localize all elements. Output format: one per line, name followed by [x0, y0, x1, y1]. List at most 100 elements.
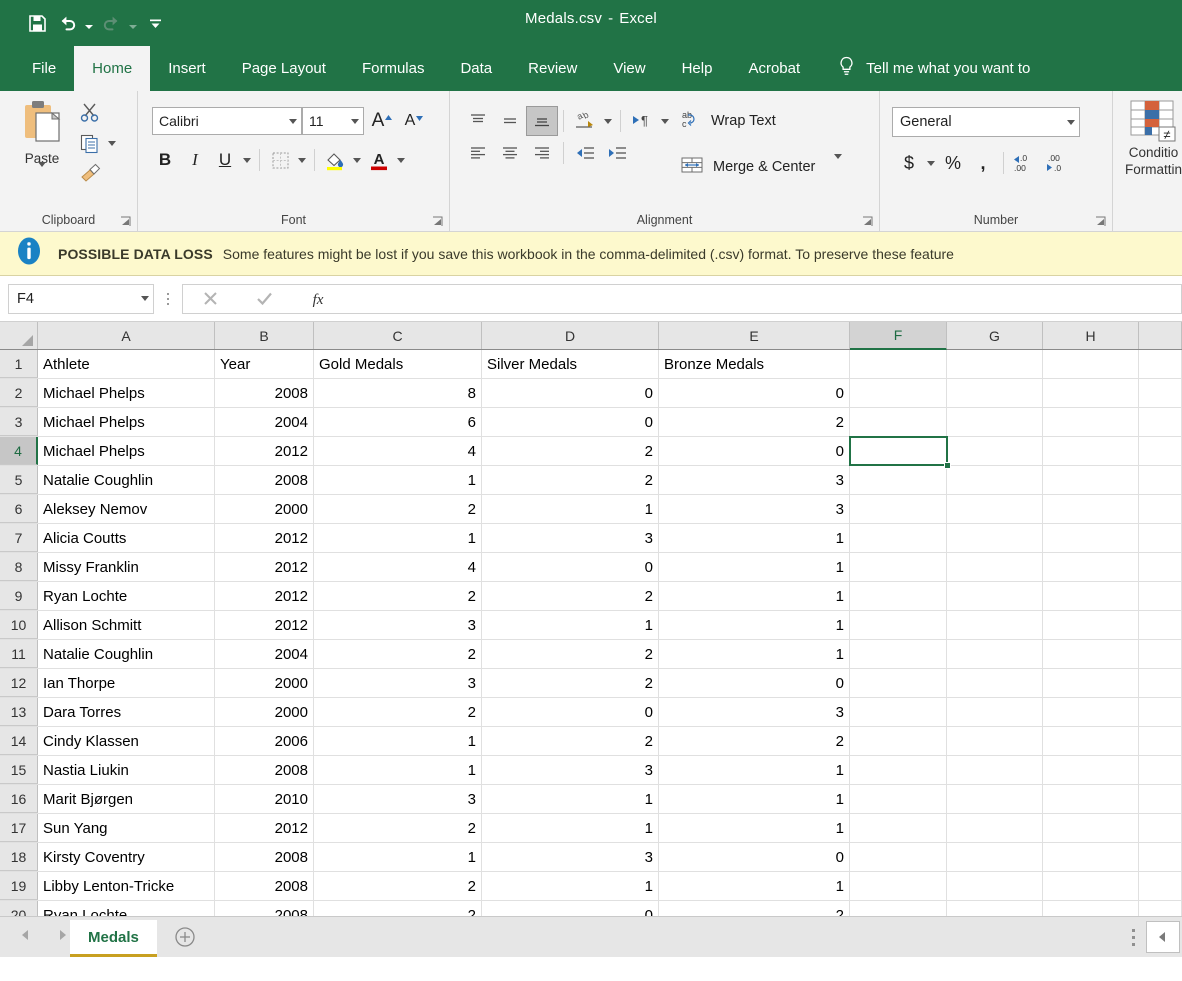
- cell-F17[interactable]: [850, 814, 947, 842]
- cell-I18[interactable]: [1139, 843, 1182, 871]
- cell-F9[interactable]: [850, 582, 947, 610]
- cell-F19[interactable]: [850, 872, 947, 900]
- cell-E4[interactable]: 0: [659, 437, 850, 465]
- cell-I17[interactable]: [1139, 814, 1182, 842]
- cell-B20[interactable]: 2008: [215, 901, 314, 916]
- cell-D2[interactable]: 0: [482, 379, 659, 407]
- row-header-1[interactable]: 1: [0, 350, 38, 378]
- decrease-decimal-button[interactable]: .00 .0: [1043, 147, 1077, 179]
- row-header-16[interactable]: 16: [0, 785, 38, 813]
- paste-button[interactable]: Paste: [12, 97, 72, 189]
- cell-C11[interactable]: 2: [314, 640, 482, 668]
- increase-decimal-button[interactable]: .0 .00: [1009, 147, 1043, 179]
- cell-I13[interactable]: [1139, 698, 1182, 726]
- tab-file[interactable]: File: [14, 46, 74, 91]
- cell-B8[interactable]: 2012: [215, 553, 314, 581]
- row-header-14[interactable]: 14: [0, 727, 38, 755]
- cell-C16[interactable]: 3: [314, 785, 482, 813]
- cell-F8[interactable]: [850, 553, 947, 581]
- cell-B13[interactable]: 2000: [215, 698, 314, 726]
- decrease-font-size-button[interactable]: A: [400, 107, 428, 135]
- cell-I3[interactable]: [1139, 408, 1182, 436]
- previous-sheet-icon[interactable]: [18, 928, 32, 947]
- cell-H11[interactable]: [1043, 640, 1139, 668]
- cell-D18[interactable]: 3: [482, 843, 659, 871]
- cell-A16[interactable]: Marit Bjørgen: [38, 785, 215, 813]
- font-color-dropdown-icon[interactable]: [394, 145, 408, 175]
- row-header-18[interactable]: 18: [0, 843, 38, 871]
- cell-D8[interactable]: 0: [482, 553, 659, 581]
- status-bar-grip[interactable]: [1120, 917, 1146, 957]
- cell-E10[interactable]: 1: [659, 611, 850, 639]
- font-name-select[interactable]: Calibri: [152, 107, 302, 135]
- cell-G16[interactable]: [947, 785, 1043, 813]
- cell-A20[interactable]: Ryan Lochte: [38, 901, 215, 916]
- align-left-button[interactable]: [462, 138, 494, 168]
- cell-A2[interactable]: Michael Phelps: [38, 379, 215, 407]
- cell-B1[interactable]: Year: [215, 350, 314, 378]
- cell-A8[interactable]: Missy Franklin: [38, 553, 215, 581]
- cell-B7[interactable]: 2012: [215, 524, 314, 552]
- cell-D6[interactable]: 1: [482, 495, 659, 523]
- name-box[interactable]: F4: [8, 284, 154, 314]
- wrap-text-button[interactable]: ab c Wrap Text: [680, 109, 776, 133]
- column-header-c[interactable]: C: [314, 322, 482, 349]
- column-header-a[interactable]: A: [38, 322, 215, 349]
- copy-button[interactable]: [74, 129, 104, 157]
- select-all-button[interactable]: [0, 322, 38, 349]
- cell-I20[interactable]: [1139, 901, 1182, 916]
- row-header-2[interactable]: 2: [0, 379, 38, 407]
- cell-H5[interactable]: [1043, 466, 1139, 494]
- text-direction-dropdown-icon[interactable]: [658, 106, 672, 136]
- cell-F6[interactable]: [850, 495, 947, 523]
- align-top-button[interactable]: [462, 106, 494, 136]
- cell-G5[interactable]: [947, 466, 1043, 494]
- cell-C18[interactable]: 1: [314, 843, 482, 871]
- tab-page-layout[interactable]: Page Layout: [224, 46, 344, 91]
- cell-C5[interactable]: 1: [314, 466, 482, 494]
- cell-E11[interactable]: 1: [659, 640, 850, 668]
- format-painter-button[interactable]: [74, 159, 106, 187]
- cell-H7[interactable]: [1043, 524, 1139, 552]
- row-header-11[interactable]: 11: [0, 640, 38, 668]
- row-header-13[interactable]: 13: [0, 698, 38, 726]
- cell-G9[interactable]: [947, 582, 1043, 610]
- cell-G8[interactable]: [947, 553, 1043, 581]
- cell-F10[interactable]: [850, 611, 947, 639]
- paste-dropdown-icon[interactable]: [38, 167, 46, 185]
- cell-I16[interactable]: [1139, 785, 1182, 813]
- cell-H17[interactable]: [1043, 814, 1139, 842]
- cell-I1[interactable]: [1139, 350, 1182, 378]
- font-name-dropdown-icon[interactable]: [285, 108, 301, 134]
- cell-G20[interactable]: [947, 901, 1043, 916]
- cell-F3[interactable]: [850, 408, 947, 436]
- align-center-button[interactable]: [494, 138, 526, 168]
- cell-C4[interactable]: 4: [314, 437, 482, 465]
- cell-A19[interactable]: Libby Lenton-Tricke: [38, 872, 215, 900]
- cell-E6[interactable]: 3: [659, 495, 850, 523]
- fill-color-button[interactable]: [320, 145, 350, 175]
- cell-A1[interactable]: Athlete: [38, 350, 215, 378]
- cell-G6[interactable]: [947, 495, 1043, 523]
- column-header-b[interactable]: B: [215, 322, 314, 349]
- add-sheet-button[interactable]: [157, 917, 213, 957]
- cell-H20[interactable]: [1043, 901, 1139, 916]
- cell-B19[interactable]: 2008: [215, 872, 314, 900]
- cell-H19[interactable]: [1043, 872, 1139, 900]
- percent-format-button[interactable]: %: [938, 147, 968, 179]
- cell-C20[interactable]: 2: [314, 901, 482, 916]
- increase-indent-button[interactable]: [601, 138, 633, 168]
- cell-C7[interactable]: 1: [314, 524, 482, 552]
- font-size-dropdown-icon[interactable]: [347, 108, 363, 134]
- cell-D15[interactable]: 3: [482, 756, 659, 784]
- font-dialog-launcher[interactable]: [432, 214, 443, 225]
- cell-C19[interactable]: 2: [314, 872, 482, 900]
- cell-F14[interactable]: [850, 727, 947, 755]
- cell-G1[interactable]: [947, 350, 1043, 378]
- cell-C17[interactable]: 2: [314, 814, 482, 842]
- tab-view[interactable]: View: [595, 46, 663, 91]
- formula-bar-grip[interactable]: [154, 284, 182, 314]
- cell-E8[interactable]: 1: [659, 553, 850, 581]
- tell-me-search[interactable]: Tell me what you want to: [818, 46, 1030, 91]
- cell-C15[interactable]: 1: [314, 756, 482, 784]
